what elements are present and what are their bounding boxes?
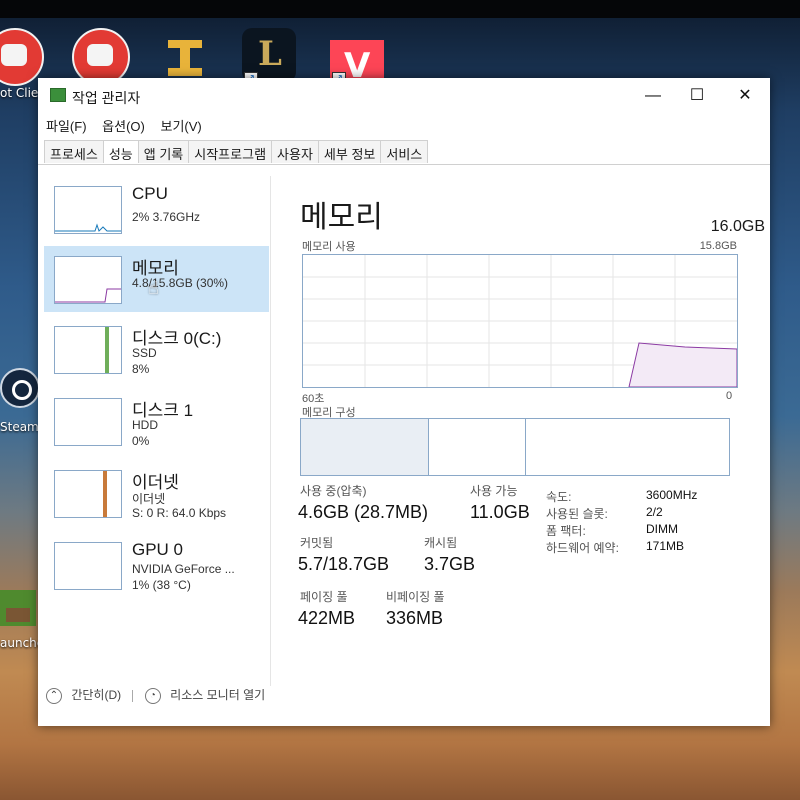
sidebar-item-detail: 이더넷 xyxy=(132,492,166,506)
performance-sidebar: CPU 2% 3.76GHz 메모리 4.8/15.8GB (30%) 디스크 … xyxy=(44,176,269,676)
title-bar[interactable]: 작업 관리자 — ☐ ✕ xyxy=(38,78,770,114)
tab-processes[interactable]: 프로세스 xyxy=(44,140,104,163)
task-manager-app-icon xyxy=(50,88,66,102)
memory-in-use-segment xyxy=(301,419,429,475)
minimize-button[interactable]: — xyxy=(630,82,676,110)
disk-0-thumbnail-graph xyxy=(54,326,122,374)
tab-details[interactable]: 세부 정보 xyxy=(317,140,382,163)
sidebar-item-disk-0[interactable]: 디스크 0(C:) SSD 8% xyxy=(44,316,269,382)
chevron-up-icon[interactable]: ⌃ xyxy=(46,687,62,704)
memory-modified-segment xyxy=(428,419,526,475)
paged-pool-label: 페이징 풀 xyxy=(300,590,348,604)
available-label: 사용 가능 xyxy=(470,484,518,498)
close-button[interactable]: ✕ xyxy=(722,82,768,110)
menu-file[interactable]: 파일(F) xyxy=(46,119,87,134)
nonpaged-pool-label: 비페이징 풀 xyxy=(386,590,445,604)
cached-value: 3.7GB xyxy=(424,554,476,574)
tab-performance[interactable]: 성능 xyxy=(102,140,139,163)
sidebar-item-detail: 1% (38 °C) xyxy=(132,578,191,592)
committed-label: 커밋됨 xyxy=(300,536,334,550)
sidebar-item-detail: NVIDIA GeForce ... xyxy=(132,562,235,576)
sidebar-item-label: GPU 0 xyxy=(132,540,184,559)
menu-bar: 파일(F) 옵션(O) 보기(V) xyxy=(46,116,214,135)
sidebar-item-detail: 4.8/15.8GB (30%) xyxy=(132,276,229,290)
ethernet-thumbnail-graph xyxy=(54,470,122,518)
sidebar-item-disk-1[interactable]: 디스크 1 HDD 0% xyxy=(44,388,269,454)
memory-thumbnail-graph xyxy=(54,256,122,304)
committed-value: 5.7/18.7GB xyxy=(298,554,390,574)
cpu-thumbnail-graph xyxy=(54,186,122,234)
speed-value: 3600MHz xyxy=(646,488,698,502)
resource-monitor-link[interactable]: 리소스 모니터 열기 xyxy=(170,688,265,702)
in-use-value: 4.6GB (28.7MB) xyxy=(298,502,429,522)
hardware-reserved-value: 171MB xyxy=(646,539,685,553)
nonpaged-pool-value: 336MB xyxy=(386,608,444,628)
speed-label: 속도: xyxy=(546,490,572,504)
resource-monitor-icon[interactable]: ◔ xyxy=(144,687,161,704)
in-use-label: 사용 중(압축) xyxy=(300,484,367,498)
steam-icon[interactable] xyxy=(0,368,40,408)
sidebar-item-detail: SSD xyxy=(132,346,157,360)
sidebar-item-detail: 8% xyxy=(132,362,150,376)
tab-startup[interactable]: 시작프로그램 xyxy=(188,140,273,163)
sidebar-item-gpu[interactable]: GPU 0 NVIDIA GeForce ... 1% (38 °C) xyxy=(44,532,269,598)
memory-usage-graph xyxy=(302,254,738,388)
sidebar-item-detail: HDD xyxy=(132,418,158,432)
footer-divider xyxy=(132,689,134,702)
slots-used-value: 2/2 xyxy=(646,505,663,519)
page-title: 메모리 xyxy=(300,201,383,234)
desktop-icon-label: Steam xyxy=(0,420,39,434)
maximize-button[interactable]: ☐ xyxy=(674,82,720,110)
form-factor-label: 폼 팩터: xyxy=(546,524,586,538)
paged-pool-value: 422MB xyxy=(298,608,356,628)
memory-usage-label: 메모리 사용 xyxy=(302,241,356,253)
available-value: 11.0GB xyxy=(470,502,530,522)
slots-used-label: 사용된 슬롯: xyxy=(546,507,608,521)
disk-1-thumbnail-graph xyxy=(54,398,122,446)
hardware-reserved-label: 하드웨어 예약: xyxy=(546,541,619,555)
fewer-details-link[interactable]: 간단히(D) xyxy=(71,688,121,702)
sidebar-item-detail: S: 0 R: 64.0 Kbps xyxy=(132,506,227,520)
menu-view[interactable]: 보기(V) xyxy=(160,119,201,134)
task-manager-window: 작업 관리자 — ☐ ✕ 파일(F) 옵션(O) 보기(V) 프로세스 성능 앱… xyxy=(38,78,770,726)
sidebar-item-label: CPU xyxy=(132,184,168,203)
graph-time-end: 0 xyxy=(726,390,733,402)
footer-bar: ⌃ 간단히(D) ◔ 리소스 모니터 열기 xyxy=(46,686,265,704)
tab-divider xyxy=(38,164,770,165)
panel-divider xyxy=(270,176,271,686)
memory-detail-pane: 메모리 16.0GB 메모리 사용 15.8GB 60초 0 메모리 구성 사용… xyxy=(290,178,765,638)
memory-capacity: 16.0GB xyxy=(710,218,765,235)
tab-bar: 프로세스 성능 앱 기록 시작프로그램 사용자 세부 정보 서비스 xyxy=(44,140,429,164)
monitor-bezel xyxy=(0,0,800,18)
tab-app-history[interactable]: 앱 기록 xyxy=(137,140,190,163)
menu-options[interactable]: 옵션(O) xyxy=(102,119,145,134)
tab-services[interactable]: 서비스 xyxy=(380,140,429,163)
memory-usage-area xyxy=(628,342,737,387)
memory-composition-bar xyxy=(300,418,730,476)
desktop-icon-label: ot Clier xyxy=(0,86,44,100)
memory-usage-max: 15.8GB xyxy=(699,240,737,252)
window-title: 작업 관리자 xyxy=(72,90,141,106)
mouse-pointer-icon: ☝ xyxy=(148,278,159,299)
sidebar-item-ethernet[interactable]: 이더넷 이더넷 S: 0 R: 64.0 Kbps xyxy=(44,460,269,526)
gpu-thumbnail-graph xyxy=(54,542,122,590)
sidebar-item-cpu[interactable]: CPU 2% 3.76GHz xyxy=(44,176,269,242)
sidebar-item-detail: 0% xyxy=(132,434,150,448)
sidebar-item-detail: 2% 3.76GHz xyxy=(132,210,201,224)
cached-label: 캐시됨 xyxy=(424,536,458,550)
minecraft-launcher-icon[interactable] xyxy=(0,590,36,626)
tab-users[interactable]: 사용자 xyxy=(271,140,319,163)
form-factor-value: DIMM xyxy=(646,522,678,536)
